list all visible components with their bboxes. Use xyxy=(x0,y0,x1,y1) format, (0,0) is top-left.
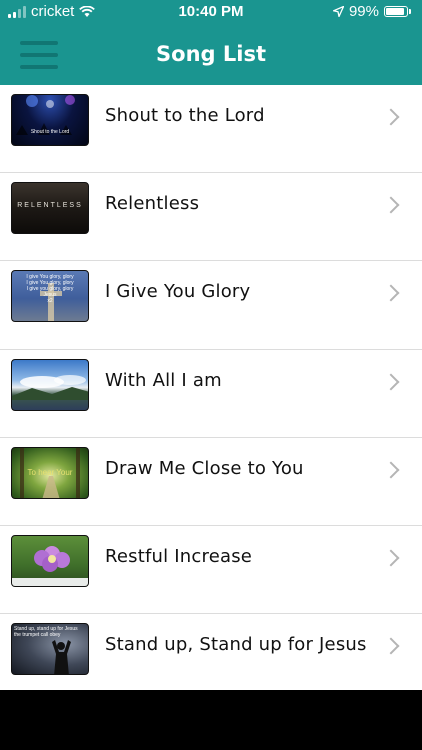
chevron-right-icon xyxy=(382,637,400,655)
song-thumbnail: RELENTLESS xyxy=(11,182,89,235)
page-title: Song List xyxy=(156,42,266,66)
chevron-right-icon xyxy=(382,196,400,214)
song-thumbnail: Shout to the Lord xyxy=(11,94,89,146)
song-thumbnail: Stand up, stand up for Jesus the trumpet… xyxy=(11,623,89,676)
battery-icon xyxy=(384,6,411,17)
song-thumbnail: I give You glory, glory I give You glory… xyxy=(11,270,89,323)
song-thumbnail-text: Stand up, stand up for Jesus the trumpet… xyxy=(14,626,78,639)
chevron-right-icon xyxy=(382,108,400,126)
song-row-with-all-i-am[interactable]: With All I am xyxy=(0,350,422,438)
song-row-i-give-you-glory[interactable]: I give You glory, glory I give You glory… xyxy=(0,261,422,350)
song-title: Draw Me Close to You xyxy=(105,457,304,479)
song-row-restful-increase[interactable]: Restful Increase xyxy=(0,526,422,615)
chevron-right-icon xyxy=(382,461,400,479)
battery-percent: 99% xyxy=(348,3,379,20)
song-thumbnail-text: I give You glory, glory I give You glory… xyxy=(26,274,74,305)
song-title: Relentless xyxy=(105,193,200,215)
song-title: Restful Increase xyxy=(105,545,253,567)
battery-fill xyxy=(386,8,404,15)
song-row-draw-me-close-to-you[interactable]: To hear Your Draw Me Close to You xyxy=(0,438,422,526)
chevron-right-icon xyxy=(382,284,400,302)
song-thumbnail xyxy=(11,358,89,411)
chevron-right-icon xyxy=(382,373,400,391)
song-thumbnail: To hear Your xyxy=(11,446,89,499)
song-title: Stand up, Stand up for Jesus xyxy=(105,634,367,656)
song-title: Shout to the Lord xyxy=(105,105,265,126)
song-thumbnail-text: RELENTLESS xyxy=(17,202,83,210)
chevron-right-icon xyxy=(382,549,400,567)
song-thumbnail-text: To hear Your xyxy=(27,467,73,477)
song-row-shout-to-the-lord[interactable]: Shout to the Lord Shout to the Lord xyxy=(0,85,422,174)
location-arrow-icon xyxy=(332,6,344,17)
song-row-relentless[interactable]: RELENTLESS Relentless xyxy=(0,173,422,262)
song-list: Shout to the Lord Shout to the Lord RELE… xyxy=(0,85,422,702)
song-thumbnail xyxy=(11,534,89,587)
song-title: With All I am xyxy=(105,369,222,391)
bottom-black-bar xyxy=(0,690,422,750)
song-title: I Give You Glory xyxy=(105,281,251,303)
song-thumbnail-text: Shout to the Lord xyxy=(30,129,70,135)
nav-bar: Song List xyxy=(0,24,422,85)
status-bar: cricket 10:40 PM 99% xyxy=(0,0,422,24)
status-right: 99% xyxy=(332,3,411,20)
